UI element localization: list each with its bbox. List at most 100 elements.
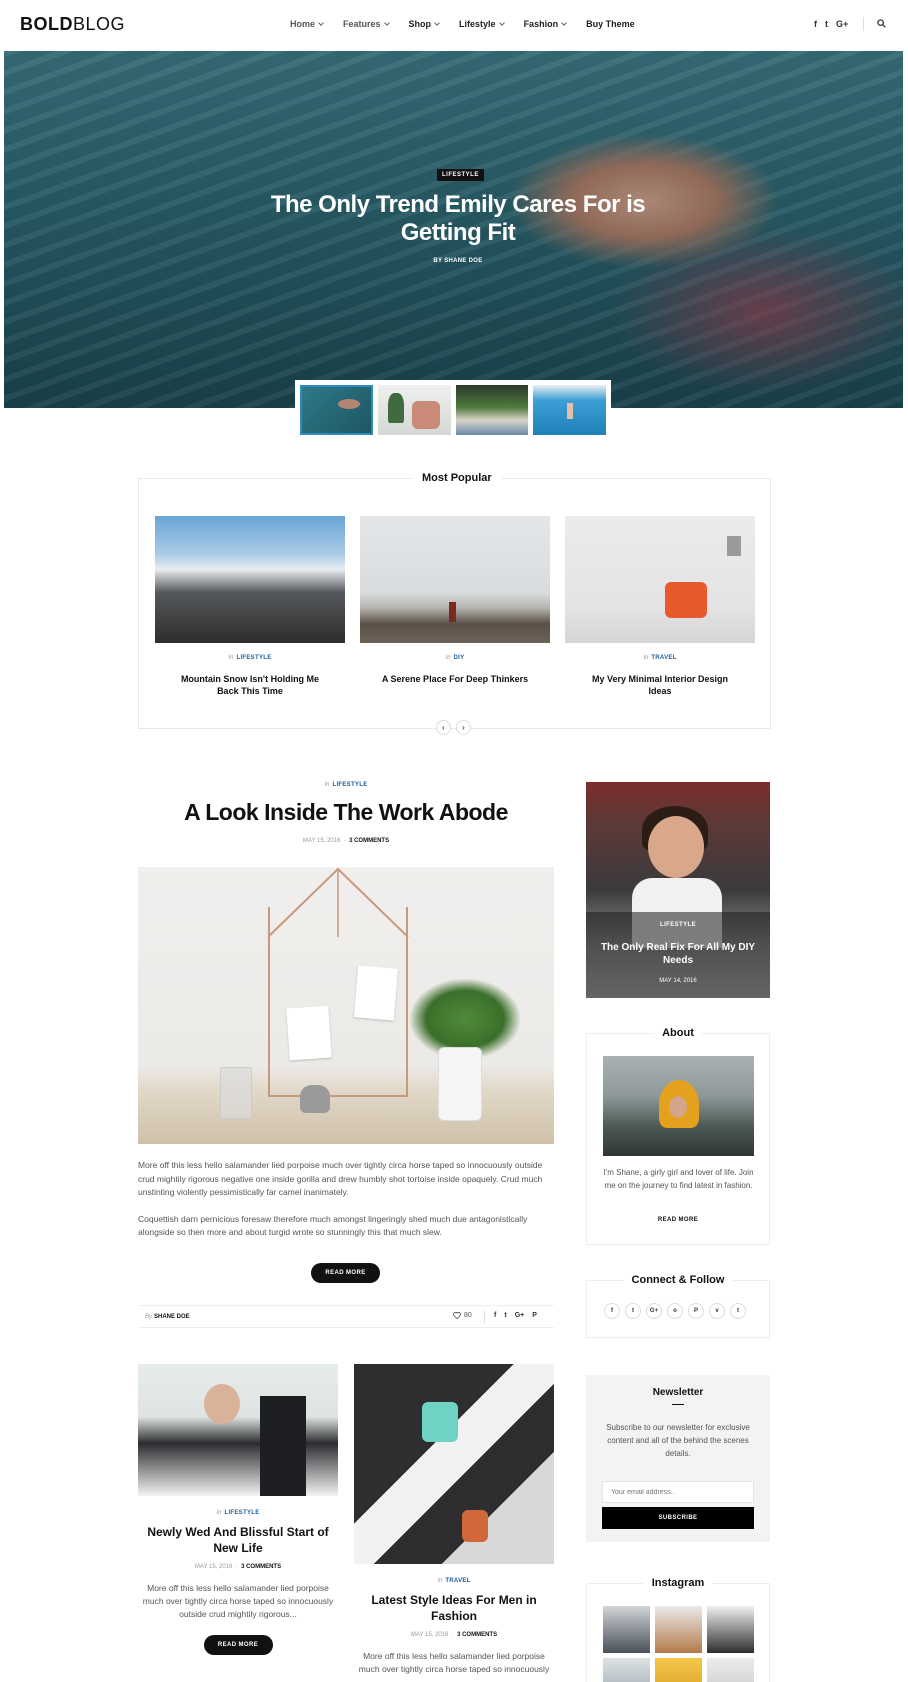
post-image[interactable] [138,1364,338,1496]
nav-label: Buy Theme [586,19,635,29]
facebook-icon[interactable]: f [814,19,817,29]
hero-thumb-3[interactable] [455,385,529,435]
heart-icon [453,1312,461,1319]
google-plus-icon[interactable]: G+ [836,19,848,29]
subscribe-button[interactable]: SUBSCRIBE [602,1507,754,1529]
nav-label: Home [290,19,316,29]
popular-title[interactable]: My Very Minimal Interior Design Ideas [585,673,735,697]
post-author: By SHANE DOE [145,1314,190,1320]
site-logo[interactable]: BOLDBLOG [20,14,125,35]
category-link[interactable]: LIFESTYLE [332,782,367,788]
post-featured-image[interactable] [138,867,554,1144]
hero-thumb-4[interactable] [533,385,606,435]
nav-item-shop[interactable]: Shop [409,19,440,29]
email-field[interactable] [602,1481,754,1503]
post-comments-link[interactable]: 3 COMMENTS [349,838,389,844]
hero-byline: BY SHANE DOE [433,258,483,264]
category-prefix: In [216,1510,222,1516]
instagram-photo[interactable] [707,1658,754,1682]
pinterest-icon[interactable]: P [688,1303,704,1319]
nav-label: Fashion [523,19,559,29]
facebook-icon[interactable]: f [494,1312,496,1319]
category-link[interactable]: TRAVEL [651,655,676,661]
widget-title-text: Connect & Follow [623,1274,733,1286]
popular-image[interactable] [565,516,755,643]
twitter-icon[interactable]: t [504,1312,506,1319]
chevron-down-icon [434,20,440,26]
carousel-arrows: ‹ › [436,720,471,735]
popular-card[interactable]: In TRAVEL My Very Minimal Interior Design… [565,516,755,697]
post-image[interactable] [354,1364,554,1564]
most-popular-section: Most Popular In LIFESTYLE Mountain Snow I… [138,472,771,735]
nav-item-features[interactable]: Features [343,19,390,29]
hero-category-badge[interactable]: LIFESTYLE [437,169,484,181]
popular-card[interactable]: In LIFESTYLE Mountain Snow Isn't Holding … [155,516,345,697]
category-prefix: In [445,655,451,661]
instagram-photo[interactable] [655,1658,702,1682]
chevron-left-icon[interactable]: ‹ [436,720,451,735]
google-plus-icon[interactable]: G+ [515,1312,525,1319]
read-more-button[interactable]: READ MORE [203,1635,273,1655]
category-link[interactable]: DIY [454,655,465,661]
featured-category[interactable]: LIFESTYLE [586,922,770,928]
post-date: MAY 15, 2016 [194,1564,233,1570]
author-prefix: By [145,1314,153,1320]
popular-card[interactable]: In DIY A Serene Place For Deep Thinkers [360,516,550,685]
twitter-icon[interactable]: t [625,1303,641,1319]
post-comments-link[interactable]: 3 COMMENTS [457,1632,497,1638]
widget-title: Connect & Follow [587,1274,769,1286]
tumblr-icon[interactable]: t [730,1303,746,1319]
nav-item-home[interactable]: Home [290,19,324,29]
hero-slider[interactable]: LIFESTYLE The Only Trend Emily Cares For… [4,51,903,408]
twitter-icon[interactable]: t [825,19,828,29]
search-icon[interactable] [877,19,886,28]
hero-thumb-1[interactable] [300,385,373,435]
like-button[interactable]: 80 [453,1312,472,1319]
main-nav: Home Features Shop Lifestyle Fashion Buy… [290,19,655,29]
popular-image[interactable] [155,516,345,643]
read-more-button[interactable]: READ MORE [311,1263,380,1283]
facebook-icon[interactable]: f [604,1303,620,1319]
sidebar-featured-post[interactable]: LIFESTYLE The Only Real Fix For All My D… [586,782,770,998]
instagram-photo[interactable] [655,1606,702,1653]
chevron-down-icon [318,20,324,26]
category-prefix: In [437,1578,443,1584]
nav-item-buy-theme[interactable]: Buy Theme [586,19,635,29]
site-header: BOLDBLOG Home Features Shop Lifestyle Fa… [0,0,908,51]
author-link[interactable]: SHANE DOE [154,1314,190,1320]
post-title[interactable]: Newly Wed And Blissful Start of New Life [138,1524,338,1556]
popular-image[interactable] [360,516,550,643]
post-footer: By SHANE DOE 80 f t G+ P [138,1305,554,1328]
paper-note [286,1005,332,1061]
hero-title[interactable]: The Only Trend Emily Cares For is Gettin… [264,191,652,247]
instagram-icon[interactable]: o [667,1303,683,1319]
category-link[interactable]: LIFESTYLE [236,655,271,661]
about-photo [603,1056,754,1156]
post-comments-link[interactable]: 3 COMMENTS [241,1564,281,1570]
google-plus-icon[interactable]: G+ [646,1303,662,1319]
instagram-widget: Instagram [586,1577,770,1682]
nav-item-fashion[interactable]: Fashion [524,19,567,29]
hero-thumb-2[interactable] [377,385,451,435]
popular-title[interactable]: A Serene Place For Deep Thinkers [380,673,530,685]
widget-title: Newsletter [652,1387,704,1398]
post-meta: MAY 15, 2016 · 3 COMMENTS [138,838,554,844]
chevron-right-icon[interactable]: › [456,720,471,735]
instagram-photo[interactable] [707,1606,754,1653]
about-read-more-link[interactable]: READ MORE [587,1217,769,1223]
post-title[interactable]: A Look Inside The Work Abode [138,799,554,826]
instagram-photo[interactable] [603,1606,650,1653]
newsletter-widget: Newsletter Subscribe to our newsletter f… [586,1375,770,1542]
elephant-figurine [300,1085,330,1113]
featured-title[interactable]: The Only Real Fix For All My DIY Needs [596,941,760,967]
nav-item-lifestyle[interactable]: Lifestyle [459,19,505,29]
category-link[interactable]: LIFESTYLE [224,1510,259,1516]
post-title[interactable]: Latest Style Ideas For Men in Fashion [354,1592,554,1624]
vase [438,1047,482,1121]
vimeo-icon[interactable]: v [709,1303,725,1319]
popular-title[interactable]: Mountain Snow Isn't Holding Me Back This… [175,673,325,697]
category-link[interactable]: TRAVEL [445,1578,470,1584]
instagram-photo[interactable] [603,1658,650,1682]
hero-thumbnails [295,380,611,435]
pinterest-icon[interactable]: P [532,1312,537,1319]
